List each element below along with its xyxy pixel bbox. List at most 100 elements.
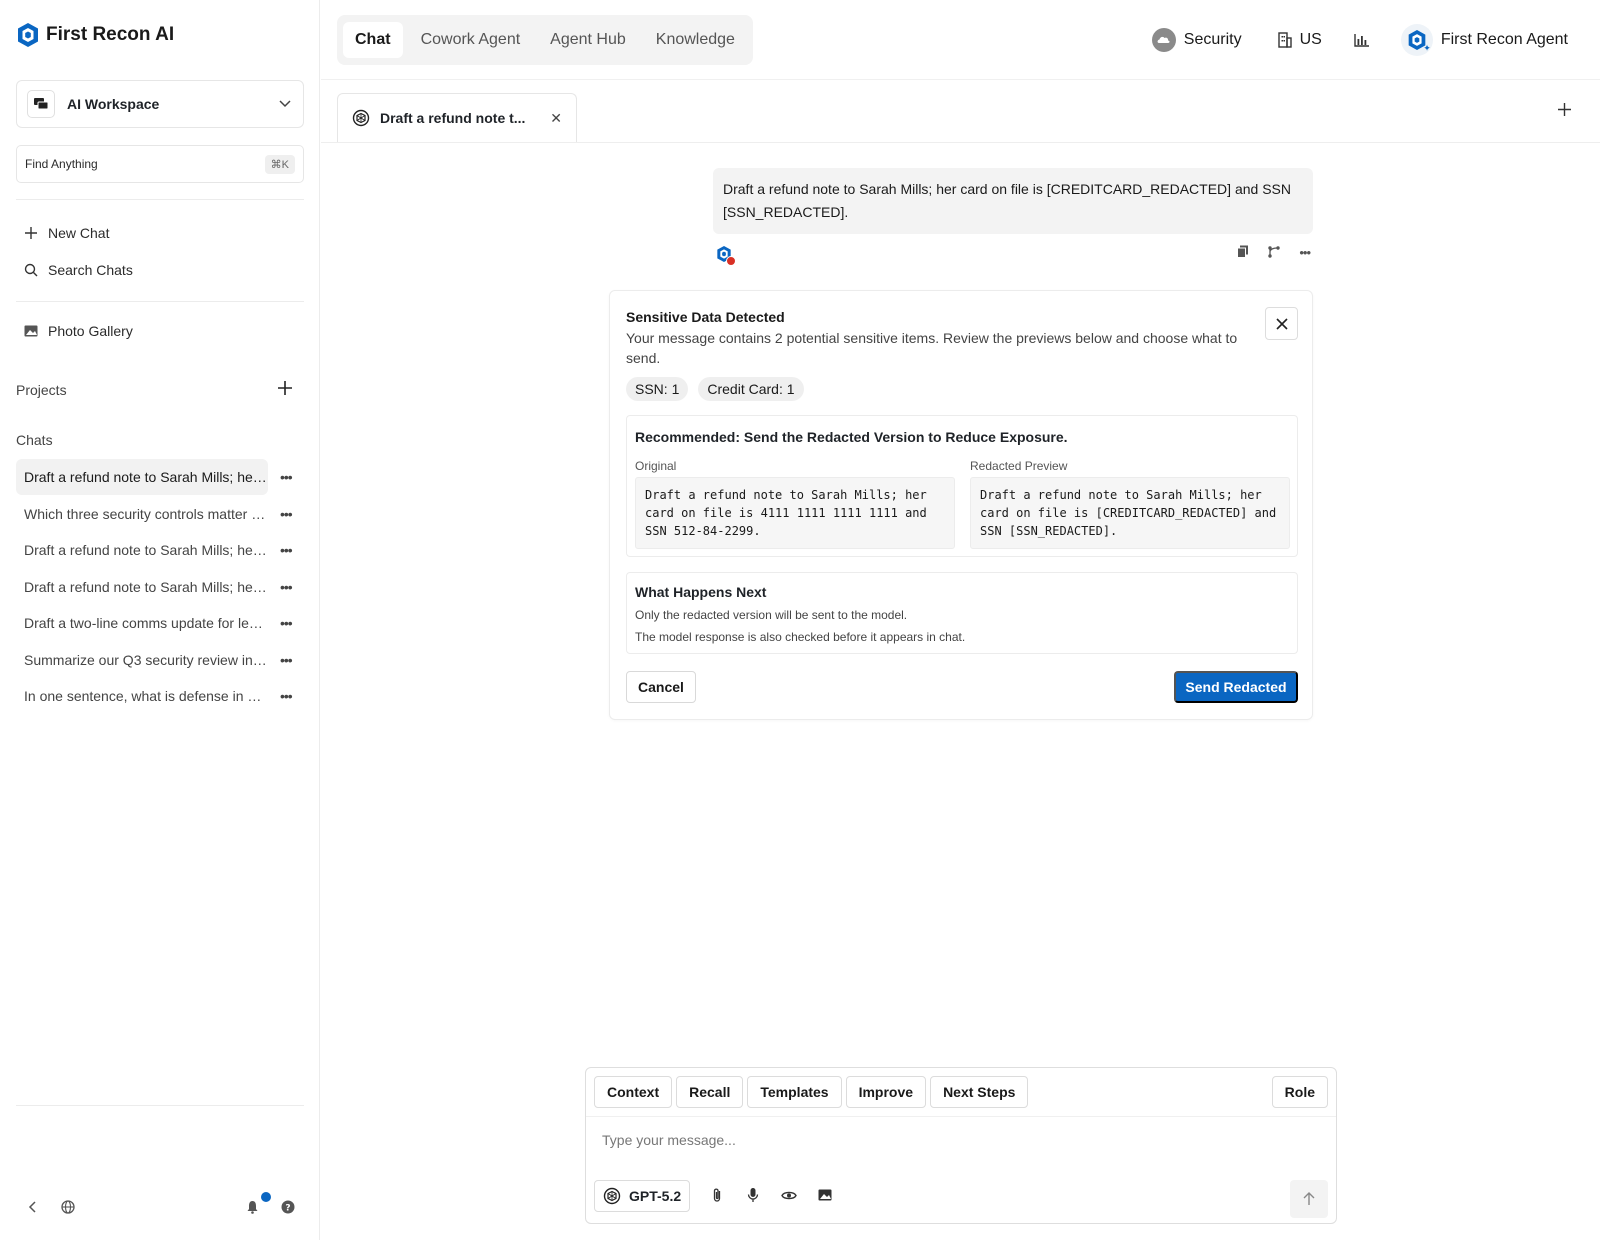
chat-list-item[interactable]: Draft a refund note to Sarah Mills; her … — [16, 532, 304, 569]
chat-list-item[interactable]: Draft a two-line comms update for leader… — [16, 605, 304, 642]
help-icon: ? — [281, 1200, 295, 1214]
close-panel-button[interactable] — [1265, 307, 1298, 340]
sidebar-footer: ? — [0, 1192, 320, 1219]
agent-profile-button[interactable]: ✦ First Recon Agent — [1400, 24, 1568, 56]
send-redacted-button[interactable]: Send Redacted — [1174, 671, 1298, 703]
next-line-2: The model response is also checked befor… — [635, 630, 966, 644]
sidebar: First Recon AI AI Workspace Find Anythin… — [0, 0, 320, 1240]
copy-button[interactable] — [1237, 245, 1249, 262]
templates-button[interactable]: Templates — [747, 1076, 842, 1108]
credit-card-count-badge: Credit Card: 1 — [698, 377, 804, 401]
brand[interactable]: First Recon AI — [16, 22, 174, 48]
chat-title: Which three security controls matter mos… — [24, 505, 268, 522]
openai-icon — [603, 1187, 621, 1205]
chat-list-item[interactable]: Summarize our Q3 security review in bull… — [16, 642, 304, 679]
chevron-left-icon — [28, 1201, 36, 1213]
chat-list: Draft a refund note to Sarah Mills; her … — [16, 459, 304, 715]
panel-title: Sensitive Data Detected — [626, 309, 785, 325]
more-options-icon[interactable]: ••• — [280, 579, 293, 595]
projects-heading: Projects — [16, 382, 67, 398]
help-button[interactable]: ? — [276, 1195, 300, 1219]
plus-icon — [25, 227, 37, 239]
improve-button[interactable]: Improve — [845, 1076, 927, 1108]
sensitive-data-panel: Sensitive Data Detected Your message con… — [609, 290, 1313, 720]
composer-toolbar: Context Recall Templates Improve Next St… — [594, 1076, 1029, 1108]
chat-title: In one sentence, what is defense in dept… — [24, 688, 268, 705]
workspace-selector[interactable]: AI Workspace — [16, 80, 304, 128]
branch-icon — [1268, 246, 1281, 258]
microphone-button[interactable] — [744, 1187, 762, 1206]
message-actions: ••• — [1237, 245, 1311, 262]
more-options-icon[interactable]: ••• — [280, 542, 293, 558]
attach-button[interactable] — [708, 1187, 726, 1206]
photo-gallery-button[interactable]: Photo Gallery — [24, 323, 133, 339]
recall-button[interactable]: Recall — [676, 1076, 744, 1108]
ssn-count-badge: SSN: 1 — [626, 377, 689, 401]
more-options-icon[interactable]: ••• — [280, 469, 293, 485]
close-icon — [1275, 317, 1288, 330]
building-icon — [1277, 32, 1292, 48]
collapse-sidebar-button[interactable] — [20, 1195, 44, 1219]
globe-icon — [61, 1200, 75, 1214]
chat-title: Summarize our Q3 security review in bull… — [24, 651, 268, 668]
next-steps-button[interactable]: Next Steps — [930, 1076, 1029, 1108]
model-selector[interactable]: GPT-5.2 — [594, 1180, 691, 1212]
message-meta: ••• — [716, 245, 1311, 266]
role-button[interactable]: Role — [1271, 1076, 1328, 1108]
branch-button[interactable] — [1267, 245, 1281, 262]
preview-button[interactable] — [780, 1188, 798, 1204]
chat-list-item[interactable]: Draft a refund note to Sarah Mills; her … — [16, 459, 304, 496]
assistant-avatar — [716, 245, 736, 266]
chat-title: Draft a refund note to Sarah Mills; her … — [16, 459, 268, 496]
more-options-icon[interactable]: ••• — [1299, 245, 1311, 262]
top-bar: Chat Cowork Agent Agent Hub Knowledge Se… — [321, 0, 1600, 80]
find-anything-label: Find Anything — [25, 157, 98, 171]
find-anything-input[interactable]: Find Anything ⌘K — [16, 145, 304, 183]
chat-list-item[interactable]: Which three security controls matter mos… — [16, 496, 304, 533]
close-tab-icon[interactable]: ✕ — [550, 110, 562, 127]
more-options-icon[interactable]: ••• — [280, 615, 293, 631]
recommendation-box: Recommended: Send the Redacted Version t… — [626, 415, 1298, 557]
alert-badge-icon — [726, 256, 736, 266]
image-upload-button[interactable] — [816, 1188, 834, 1204]
context-button[interactable]: Context — [594, 1076, 673, 1108]
tab-cowork-agent[interactable]: Cowork Agent — [409, 22, 533, 58]
more-options-icon[interactable]: ••• — [280, 506, 293, 522]
paperclip-icon — [713, 1188, 721, 1202]
agent-avatar: ✦ — [1400, 24, 1433, 56]
chat-title: Draft a refund note to Sarah Mills; her … — [24, 542, 268, 559]
analytics-button[interactable] — [1354, 33, 1369, 47]
divider — [16, 199, 304, 200]
composer-actions: GPT-5.2 — [594, 1180, 834, 1212]
first-recon-logo-icon — [18, 23, 38, 47]
copy-icon — [1237, 245, 1249, 258]
chat-list-item[interactable]: In one sentence, what is defense in dept… — [16, 678, 304, 715]
tab-agent-hub[interactable]: Agent Hub — [538, 22, 638, 58]
region-label: US — [1299, 31, 1322, 48]
chat-tab-title: Draft a refund note t... — [380, 110, 526, 126]
send-message-button[interactable] — [1290, 1180, 1328, 1218]
add-project-button[interactable] — [278, 379, 292, 399]
new-tab-button[interactable] — [1558, 98, 1571, 120]
region-button[interactable]: US — [1277, 31, 1322, 49]
workspace-icon — [27, 90, 55, 118]
more-options-icon[interactable]: ••• — [280, 652, 293, 668]
cancel-button[interactable]: Cancel — [626, 671, 696, 703]
security-button[interactable]: Security — [1151, 28, 1242, 52]
detected-items: SSN: 1 Credit Card: 1 — [626, 377, 804, 401]
divider — [16, 301, 304, 302]
arrow-up-icon — [1303, 1192, 1315, 1205]
globe-button[interactable] — [56, 1195, 80, 1219]
new-chat-button[interactable]: New Chat — [24, 225, 109, 241]
tab-knowledge[interactable]: Knowledge — [644, 22, 747, 58]
chat-session-tab[interactable]: Draft a refund note t... ✕ — [337, 93, 577, 142]
user-message: Draft a refund note to Sarah Mills; her … — [713, 168, 1313, 234]
message-input[interactable]: Type your message... — [602, 1132, 736, 1148]
divider — [16, 1105, 304, 1106]
notification-dot — [261, 1192, 271, 1202]
search-chats-button[interactable]: Search Chats — [24, 262, 133, 278]
chat-list-item[interactable]: Draft a refund note to Sarah Mills; her … — [16, 569, 304, 606]
search-icon — [24, 263, 38, 277]
tab-chat[interactable]: Chat — [343, 22, 403, 58]
more-options-icon[interactable]: ••• — [280, 688, 293, 704]
